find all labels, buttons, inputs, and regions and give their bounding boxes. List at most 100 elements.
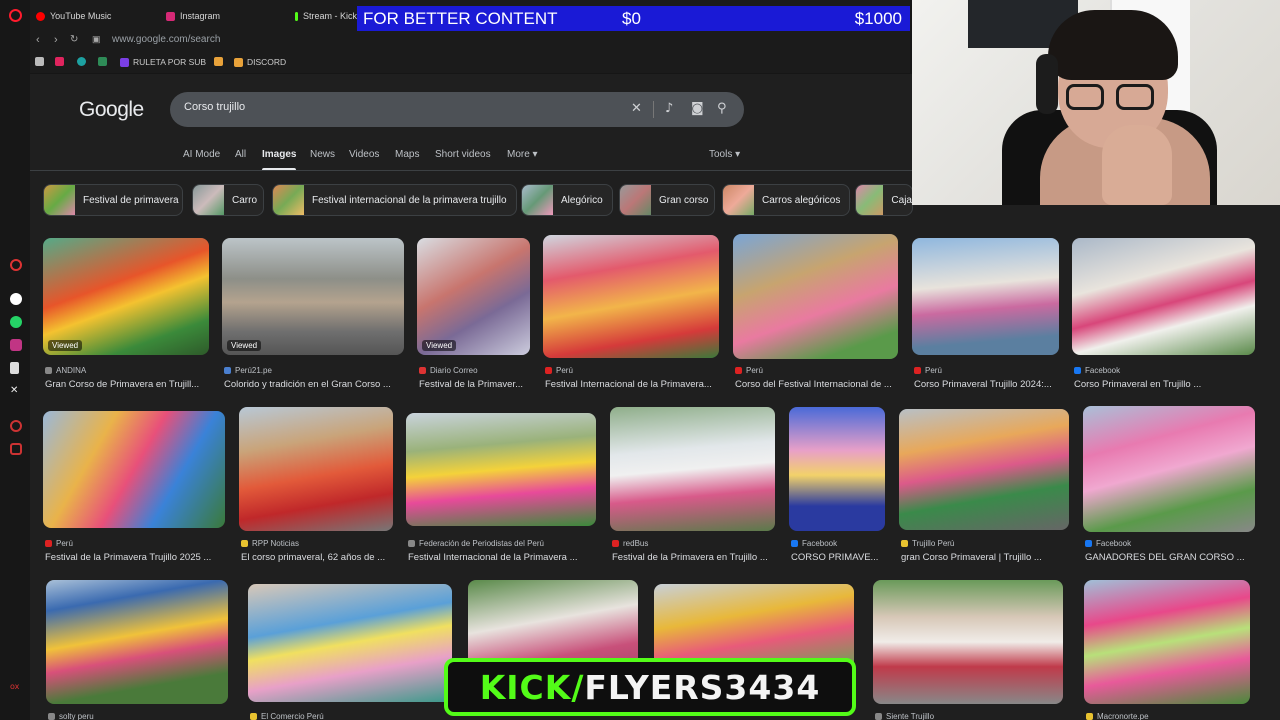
opera-logo-icon[interactable] xyxy=(9,9,22,22)
chip-festival-internacional[interactable]: Festival internacional de la primavera t… xyxy=(272,184,517,216)
tab-more[interactable]: More ▾ xyxy=(507,149,538,160)
chip-gran-corso[interactable]: Gran corso xyxy=(619,184,715,216)
chip-alegorico[interactable]: Alegórico xyxy=(521,184,613,216)
tiktok-icon[interactable] xyxy=(10,362,19,374)
result-title[interactable]: Festival de la Primavera en Trujillo ... xyxy=(612,552,777,563)
bookmark-icon[interactable] xyxy=(98,57,107,66)
tools-button[interactable]: Tools ▾ xyxy=(709,149,740,160)
result-image[interactable] xyxy=(873,580,1063,704)
tab-ai-mode[interactable]: AI Mode xyxy=(183,149,220,160)
result-title[interactable]: El corso primaveral, 62 años de ... xyxy=(241,552,401,563)
result-title[interactable]: Corso del Festival Internacional de ... xyxy=(735,379,900,390)
result-source[interactable]: Perú21.pe xyxy=(224,366,272,375)
result-source[interactable]: ANDINA xyxy=(45,366,86,375)
result-source[interactable]: Facebook xyxy=(791,539,837,548)
reload-icon[interactable]: ↻ xyxy=(70,34,78,45)
result-source[interactable]: Macronorte.pe xyxy=(1086,712,1149,720)
bookmark-icon[interactable] xyxy=(214,57,223,66)
chip-carros-alegoricos[interactable]: Carros alegóricos xyxy=(722,184,850,216)
result-image[interactable] xyxy=(239,407,393,531)
tab-stream-kick[interactable]: Stream - Kick xyxy=(295,9,357,23)
more-icon[interactable]: ox xyxy=(10,682,19,691)
result-title[interactable]: GANADORES DEL GRAN CORSO ... xyxy=(1085,552,1257,563)
result-image[interactable] xyxy=(912,238,1059,355)
result-title[interactable]: Gran Corso de Primavera en Trujill... xyxy=(45,379,211,390)
whatsapp-icon[interactable] xyxy=(10,316,22,328)
tab-images[interactable]: Images xyxy=(262,149,297,171)
result-title[interactable]: Festival Internacional de la Primavera .… xyxy=(408,552,598,563)
result-image[interactable] xyxy=(1083,406,1255,532)
result-source[interactable]: Diario Correo xyxy=(419,366,478,375)
result-source[interactable]: Facebook xyxy=(1074,366,1120,375)
result-source[interactable]: Perú xyxy=(545,366,573,375)
result-title[interactable]: Festival de la Primaver... xyxy=(419,379,532,390)
bookmark-icon[interactable] xyxy=(35,57,44,66)
tab-maps[interactable]: Maps xyxy=(395,149,419,160)
result-source[interactable]: Trujillo Perú xyxy=(901,539,954,548)
tab-youtube-music[interactable]: YouTube Music xyxy=(36,9,111,23)
result-image[interactable] xyxy=(43,411,225,528)
history-icon[interactable] xyxy=(10,259,22,271)
url-field[interactable]: www.google.com/search xyxy=(112,34,220,45)
result-source[interactable]: Siente Trujillo xyxy=(875,712,934,720)
chatgpt-icon[interactable] xyxy=(10,293,22,305)
google-logo[interactable]: Google xyxy=(79,98,144,122)
result-source[interactable]: redBus xyxy=(612,539,648,548)
search-icon[interactable]: ⚲ xyxy=(717,101,727,116)
result-image[interactable] xyxy=(406,413,596,526)
tab-videos[interactable]: Videos xyxy=(349,149,379,160)
bookmark-icon[interactable] xyxy=(77,57,86,66)
result-image[interactable] xyxy=(899,409,1069,530)
bookmark-discord[interactable]: DISCORD xyxy=(234,57,286,67)
glasses-left xyxy=(1066,84,1104,110)
search-box[interactable]: ✕ ♪ ◙ ⚲ xyxy=(170,92,744,127)
chip-caja[interactable]: Caja xyxy=(855,184,913,216)
result-title[interactable]: Festival Internacional de la Primavera..… xyxy=(545,379,721,390)
heart-icon[interactable] xyxy=(55,57,64,66)
result-title[interactable]: CORSO PRIMAVE... xyxy=(791,552,887,563)
result-title[interactable]: Colorido y tradición en el Gran Corso ..… xyxy=(224,379,406,390)
result-image[interactable] xyxy=(789,407,885,531)
result-source[interactable]: El Comercio Perú xyxy=(250,712,324,720)
tab-short-videos[interactable]: Short videos xyxy=(435,149,491,160)
result-title[interactable]: Festival de la Primavera Trujillo 2025 .… xyxy=(45,552,227,563)
result-image[interactable] xyxy=(46,580,228,704)
back-icon[interactable]: ‹ xyxy=(36,34,40,46)
result-title[interactable]: Corso Primaveral Trujillo 2024:... xyxy=(914,379,1061,390)
result-source[interactable]: Federación de Periodistas del Perú xyxy=(408,539,544,548)
tab-all[interactable]: All xyxy=(235,149,246,160)
clear-icon[interactable]: ✕ xyxy=(631,101,642,116)
result-image[interactable] xyxy=(610,407,775,531)
microphone-icon[interactable]: ♪ xyxy=(665,101,673,116)
x-icon[interactable]: ✕ xyxy=(10,385,22,397)
result-image[interactable] xyxy=(733,234,898,359)
result-source[interactable]: Perú xyxy=(735,366,763,375)
instagram-icon[interactable] xyxy=(10,339,22,351)
tab-instagram[interactable]: Instagram xyxy=(166,9,220,23)
result-image[interactable]: Viewed xyxy=(417,238,530,355)
result-source[interactable]: Facebook xyxy=(1085,539,1131,548)
discord-icon xyxy=(234,57,243,67)
forward-icon[interactable]: › xyxy=(54,34,58,46)
result-source[interactable]: solty peru xyxy=(48,712,94,720)
result-title[interactable]: Corso Primaveral en Trujillo ... xyxy=(1074,379,1257,390)
result-image[interactable] xyxy=(1072,238,1255,355)
clock-icon[interactable] xyxy=(10,420,22,432)
result-image[interactable] xyxy=(1084,580,1250,704)
chip-festival-de-primavera[interactable]: Festival de primavera xyxy=(43,184,183,216)
result-title[interactable]: gran Corso Primaveral | Trujillo ... xyxy=(901,552,1071,563)
result-image[interactable] xyxy=(248,584,452,702)
source-label: El Comercio Perú xyxy=(261,712,324,720)
settings-icon[interactable] xyxy=(10,443,22,455)
bookmark-ruleta[interactable]: RULETA POR SUB xyxy=(120,57,206,67)
result-source[interactable]: Perú xyxy=(45,539,73,548)
chip-carro[interactable]: Carro xyxy=(192,184,264,216)
result-source[interactable]: RPP Noticias xyxy=(241,539,299,548)
tab-news[interactable]: News xyxy=(310,149,335,160)
search-input[interactable] xyxy=(184,101,604,113)
result-image[interactable] xyxy=(543,235,719,358)
camera-icon[interactable]: ◙ xyxy=(691,101,704,116)
result-image[interactable]: Viewed xyxy=(43,238,209,355)
result-image[interactable]: Viewed xyxy=(222,238,404,355)
result-source[interactable]: Perú xyxy=(914,366,942,375)
